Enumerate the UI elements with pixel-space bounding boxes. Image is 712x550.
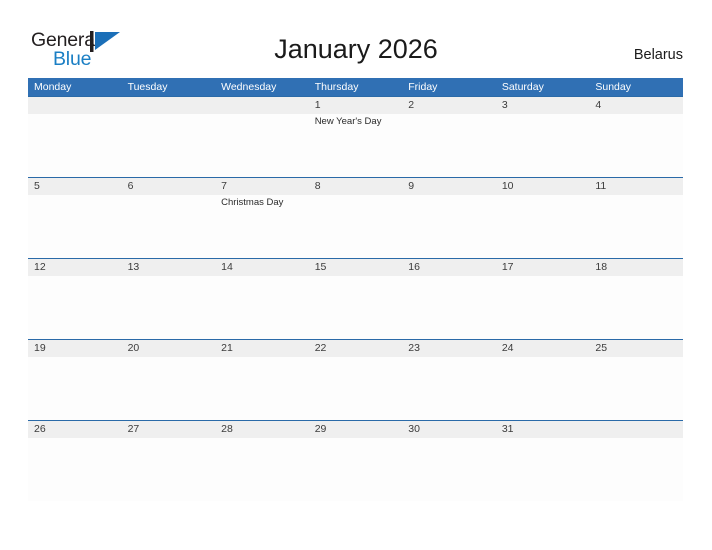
calendar-week-row: 1 New Year's Day 2 3 4 <box>28 96 683 177</box>
day-number: 24 <box>501 342 514 354</box>
weekday-header-thursday: Thursday <box>314 81 359 93</box>
day-cell[interactable]: 22 <box>309 340 403 420</box>
day-number: 4 <box>595 99 602 111</box>
day-number: 11 <box>595 180 607 192</box>
day-cell[interactable]: 21 <box>215 340 309 420</box>
day-cell[interactable]: 3 <box>496 97 590 177</box>
day-number: 23 <box>408 342 420 354</box>
calendar-week-row: 12 13 14 15 16 17 18 <box>28 258 683 339</box>
day-number: 29 <box>314 423 327 435</box>
calendar-week-row: 26 27 28 29 30 31 <box>28 420 683 501</box>
day-event: New Year's Day <box>314 116 382 127</box>
calendar-grid: Monday Tuesday Wednesday Thursday Friday… <box>28 78 683 501</box>
calendar-week-row: 19 20 21 22 23 24 25 <box>28 339 683 420</box>
day-cell[interactable]: 11 <box>589 178 683 258</box>
weekday-header-monday: Monday <box>34 81 72 93</box>
weekday-header-friday: Friday <box>408 81 438 93</box>
day-cell[interactable]: 5 <box>28 178 122 258</box>
day-cell[interactable]: 10 <box>496 178 590 258</box>
weekday-header-tuesday: Tuesday <box>127 81 168 93</box>
day-number: 31 <box>501 423 514 435</box>
day-number: 19 <box>34 342 46 354</box>
day-number: 7 <box>221 180 227 192</box>
day-cell[interactable] <box>215 97 309 177</box>
day-cell[interactable]: 27 <box>122 421 216 501</box>
day-cell[interactable]: 6 <box>122 178 216 258</box>
day-cell[interactable]: 14 <box>215 259 309 339</box>
day-cell[interactable]: 4 <box>589 97 683 177</box>
day-number: 30 <box>408 423 420 435</box>
day-cell[interactable] <box>589 421 683 501</box>
day-cell[interactable]: 2 <box>402 97 496 177</box>
day-cell[interactable]: 20 <box>122 340 216 420</box>
day-cell[interactable]: 19 <box>28 340 122 420</box>
day-cell[interactable]: 16 <box>402 259 496 339</box>
weekday-header-row: Monday Tuesday Wednesday Thursday Friday… <box>28 78 683 96</box>
day-number: 27 <box>127 423 140 435</box>
day-number: 10 <box>501 180 514 192</box>
day-number: 13 <box>127 261 140 273</box>
day-number <box>595 421 683 438</box>
day-number: 21 <box>221 342 233 354</box>
country-label: Belarus <box>633 47 683 63</box>
day-cell[interactable]: 17 <box>496 259 590 339</box>
day-cell[interactable]: 30 <box>402 421 496 501</box>
day-cell[interactable]: 15 <box>309 259 403 339</box>
day-number: 1 <box>314 99 321 111</box>
day-number: 25 <box>595 342 608 354</box>
day-cell[interactable]: 12 <box>28 259 122 339</box>
day-number: 22 <box>314 342 327 354</box>
day-number: 5 <box>34 180 40 192</box>
day-cell[interactable]: 28 <box>215 421 309 501</box>
day-number: 2 <box>408 99 415 111</box>
day-cell[interactable] <box>122 97 216 177</box>
calendar-week-row: 5 6 7 Christmas Day 8 9 10 11 <box>28 177 683 258</box>
day-number <box>128 97 216 114</box>
day-cell[interactable]: 26 <box>28 421 122 501</box>
page-title: January 2026 <box>274 34 438 64</box>
day-number: 28 <box>221 423 233 435</box>
day-number: 15 <box>314 261 327 273</box>
weekday-header-saturday: Saturday <box>501 81 544 93</box>
day-number: 3 <box>501 99 508 111</box>
day-number: 12 <box>34 261 46 273</box>
day-number: 8 <box>314 180 321 192</box>
day-number: 26 <box>34 423 46 435</box>
day-cell[interactable]: 18 <box>589 259 683 339</box>
day-number: 16 <box>408 261 420 273</box>
day-number: 6 <box>127 180 134 192</box>
day-cell[interactable]: 13 <box>122 259 216 339</box>
day-cell[interactable]: 31 <box>496 421 590 501</box>
day-cell[interactable]: 1 New Year's Day <box>309 97 403 177</box>
day-number <box>34 97 122 114</box>
day-cell[interactable]: 23 <box>402 340 496 420</box>
day-cell[interactable]: 25 <box>589 340 683 420</box>
page-header: General Blue January 2026 Belarus <box>0 0 712 78</box>
day-number <box>221 97 309 114</box>
day-number: 20 <box>127 342 140 354</box>
day-number: 17 <box>501 261 514 273</box>
day-cell[interactable] <box>28 97 122 177</box>
day-cell[interactable]: 8 <box>309 178 403 258</box>
day-number: 9 <box>408 180 415 192</box>
weekday-header-sunday: Sunday <box>595 81 631 93</box>
day-cell[interactable]: 24 <box>496 340 590 420</box>
day-number: 14 <box>221 261 233 273</box>
day-cell[interactable]: 9 <box>402 178 496 258</box>
day-cell[interactable]: 7 Christmas Day <box>215 178 309 258</box>
weekday-header-wednesday: Wednesday <box>221 81 277 93</box>
day-event: Christmas Day <box>221 197 284 208</box>
day-cell[interactable]: 29 <box>309 421 403 501</box>
day-number: 18 <box>595 261 608 273</box>
calendar-page: General Blue January 2026 Belarus Monday… <box>0 0 712 550</box>
